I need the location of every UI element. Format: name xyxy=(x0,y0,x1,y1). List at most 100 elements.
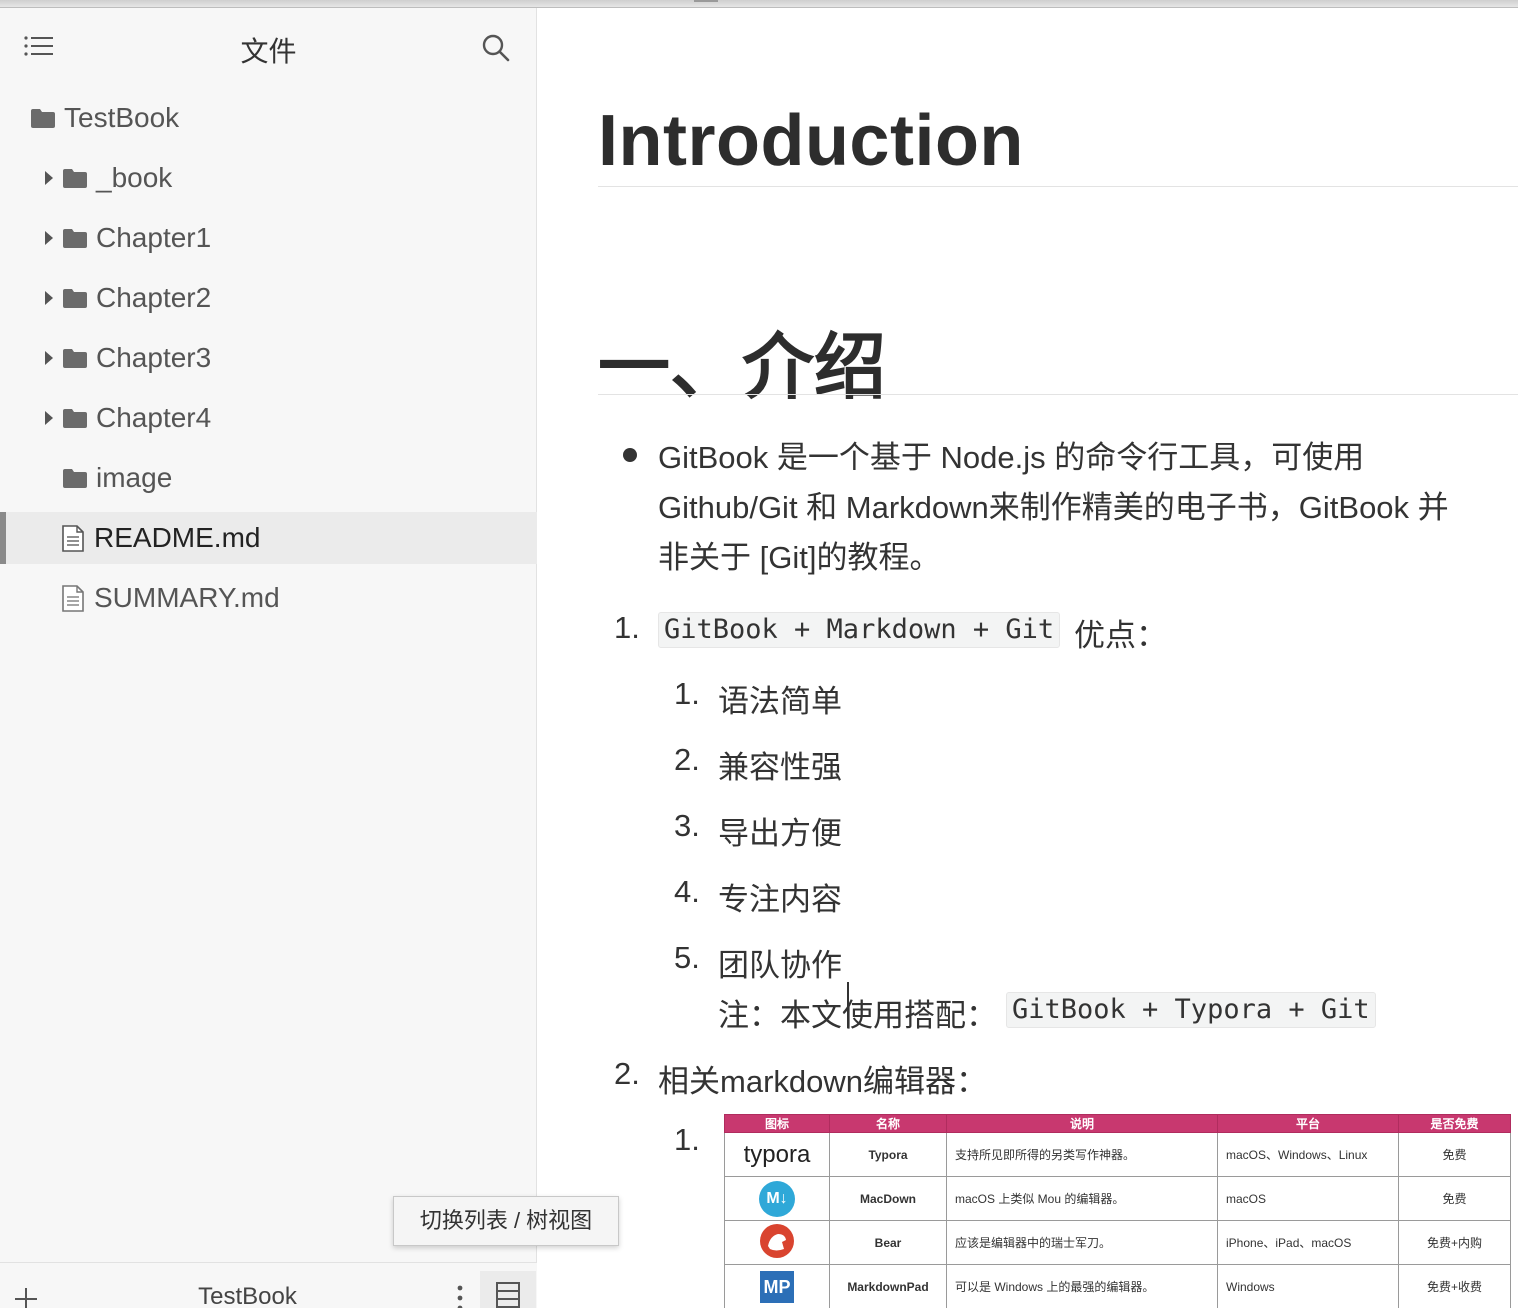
caret-right-icon[interactable] xyxy=(44,410,54,426)
footer-folder-name: TestBook xyxy=(198,1283,297,1308)
tree-item-chapter4[interactable]: Chapter4 xyxy=(0,392,537,444)
folder-icon xyxy=(63,469,87,488)
window-top-border xyxy=(0,0,1518,8)
tree-label: README.md xyxy=(94,522,261,553)
editor-content[interactable]: Introduction 一、介绍 GitBook 是一个基于 Node.js … xyxy=(538,8,1518,1308)
list-number: 5. xyxy=(674,940,700,975)
table-cell: 免费+收费 xyxy=(1398,1264,1511,1308)
add-icon[interactable] xyxy=(12,1285,40,1308)
table-row: typora Typora 支持所见即所得的另类写作神器。 macOS、Wind… xyxy=(724,1132,1511,1177)
list-view-icon xyxy=(496,1282,520,1308)
table-row: MP MarkdownPad 可以是 Windows 上的最强的编辑器。 Win… xyxy=(724,1264,1511,1308)
table-cell: MacDown xyxy=(829,1176,947,1221)
table-cell: 支持所见即所得的另类写作神器。 xyxy=(946,1132,1218,1177)
tree-label: Chapter4 xyxy=(96,402,212,433)
tree-label: Chapter1 xyxy=(96,222,212,253)
bullet-text-line: GitBook 是一个基于 Node.js 的命令行工具，可使用 xyxy=(658,440,1365,475)
caret-right-icon[interactable] xyxy=(44,290,54,306)
outline-toggle-icon[interactable] xyxy=(24,34,54,60)
list-text: 语法简单 xyxy=(718,684,842,719)
text-cursor xyxy=(847,982,849,1028)
window-grip xyxy=(694,0,718,2)
folder-icon xyxy=(31,109,55,128)
table-cell: Bear xyxy=(829,1220,947,1265)
tree-item-testbook[interactable]: TestBook xyxy=(0,92,537,144)
toggle-view-button[interactable] xyxy=(480,1271,536,1308)
tree-item-summary[interactable]: SUMMARY.md xyxy=(0,572,537,624)
bear-icon xyxy=(724,1220,830,1265)
table-cell: Typora xyxy=(829,1132,947,1177)
heading-2: 一、介绍 xyxy=(598,328,887,408)
table-cell: iPhone、iPad、macOS xyxy=(1217,1220,1399,1265)
macdown-icon-glyph: M↓ xyxy=(759,1180,795,1217)
tree-label: TestBook xyxy=(64,102,180,133)
document-icon xyxy=(62,584,84,612)
more-options-icon[interactable] xyxy=(450,1283,470,1308)
list-number: 2. xyxy=(674,742,700,777)
editors-table-image: 图标 名称 说明 平台 是否免费 typora Typora 支持所见即所得的另… xyxy=(724,1114,1511,1308)
list-text: 团队协作 xyxy=(718,948,842,983)
bullet-text-line: 非关于 [Git]的教程。 xyxy=(658,540,941,575)
folder-icon xyxy=(63,289,87,308)
list-number: 3. xyxy=(674,808,700,843)
list-text: 优点： xyxy=(1074,618,1167,653)
list-number: 4. xyxy=(674,874,700,909)
folder-icon xyxy=(63,349,87,368)
markdownpad-icon-glyph: MP xyxy=(760,1270,794,1303)
table-header: 平台 xyxy=(1217,1114,1399,1133)
list-text: 导出方便 xyxy=(718,816,842,851)
view-toggle-tooltip: 切换列表 / 树视图 xyxy=(393,1196,619,1246)
macdown-icon: M↓ xyxy=(724,1176,830,1221)
search-icon[interactable] xyxy=(480,32,512,64)
table-header: 名称 xyxy=(829,1114,947,1133)
tree-item-readme[interactable]: README.md xyxy=(0,512,537,564)
heading-divider xyxy=(598,394,1518,395)
inline-code: GitBook + Markdown + Git xyxy=(658,612,1061,648)
table-cell: 免费 xyxy=(1398,1176,1511,1221)
tree-item-chapter3[interactable]: Chapter3 xyxy=(0,332,537,384)
table-cell: macOS xyxy=(1217,1176,1399,1221)
table-cell: MarkdownPad xyxy=(829,1264,947,1308)
tree-item-book[interactable]: _book xyxy=(0,152,537,204)
document-icon xyxy=(62,524,84,552)
tree-item-chapter2[interactable]: Chapter2 xyxy=(0,272,537,324)
typora-logo: typora xyxy=(724,1132,830,1177)
tree-item-image[interactable]: image xyxy=(0,452,537,504)
folder-icon xyxy=(63,229,87,248)
folder-icon xyxy=(63,169,87,188)
caret-right-icon[interactable] xyxy=(44,350,54,366)
tree-label: Chapter3 xyxy=(96,342,212,373)
tree-label: image xyxy=(96,462,173,493)
file-sidebar: 文件 TestBook _book Chapter1 Chapter2 Chap… xyxy=(0,8,537,1308)
table-cell: 应该是编辑器中的瑞士军刀。 xyxy=(946,1220,1218,1265)
bullet-marker xyxy=(623,448,637,462)
tree-item-chapter1[interactable]: Chapter1 xyxy=(0,212,537,264)
tree-label: SUMMARY.md xyxy=(94,582,280,613)
table-header: 说明 xyxy=(946,1114,1218,1133)
typora-logo-text: typora xyxy=(743,1140,811,1168)
table-cell: 免费+内购 xyxy=(1398,1220,1511,1265)
table-cell: 可以是 Windows 上的最强的编辑器。 xyxy=(946,1264,1218,1308)
list-text: 专注内容 xyxy=(718,882,842,917)
note-text: 注：本文使用搭配： xyxy=(718,998,997,1033)
tree-label: Chapter2 xyxy=(96,282,212,313)
table-header: 图标 xyxy=(724,1114,830,1133)
caret-right-icon[interactable] xyxy=(44,230,54,246)
list-number: 1. xyxy=(614,610,640,645)
markdownpad-icon: MP xyxy=(724,1264,830,1308)
inline-code: GitBook + Typora + Git xyxy=(1006,992,1376,1028)
heading-divider xyxy=(598,186,1518,187)
bear-icon-shape xyxy=(760,1224,794,1258)
list-text: 相关markdown编辑器： xyxy=(658,1064,987,1099)
caret-right-icon[interactable] xyxy=(44,170,54,186)
list-number: 2. xyxy=(614,1056,640,1091)
sidebar-title: 文件 xyxy=(240,36,297,67)
heading-1: Introduction xyxy=(598,101,1024,181)
table-cell: 免费 xyxy=(1398,1132,1511,1177)
table-cell: Windows xyxy=(1217,1264,1399,1308)
folder-icon xyxy=(63,409,87,428)
table-row: M↓ MacDown macOS 上类似 Mou 的编辑器。 macOS 免费 xyxy=(724,1176,1511,1221)
table-cell: macOS 上类似 Mou 的编辑器。 xyxy=(946,1176,1218,1221)
tree-label: _book xyxy=(96,162,173,193)
sidebar-footer: TestBook xyxy=(0,1262,537,1308)
